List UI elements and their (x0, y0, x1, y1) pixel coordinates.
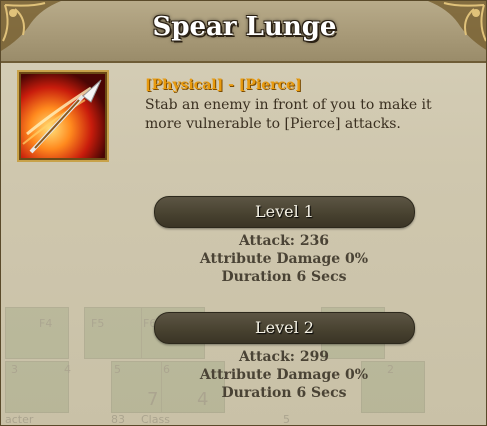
level-2-attribute-damage: Attribute Damage 0% (199, 367, 369, 383)
hotbar-label: 83 (111, 413, 125, 426)
skill-description: Stab an enemy in front of you to make it… (145, 97, 432, 132)
spear-lunge-icon (21, 74, 105, 158)
level-2-duration: Duration 6 Secs (221, 385, 347, 401)
level-2-label: Level 2 (255, 318, 314, 337)
skill-icon-frame (17, 70, 109, 162)
level-2-header: Level 2 (154, 312, 415, 344)
skill-tags: [Physical] - [Pierce] (145, 77, 302, 93)
hotbar-key: F5 (91, 317, 105, 330)
skill-tooltip: F4 F5 F6 F7 F8 3 4 5 6 7 4 2 5 acter 83 … (0, 0, 487, 426)
level-2-attack: Attack: 299 (238, 349, 330, 365)
hotbar-key: F4 (39, 317, 53, 330)
hotbar-label: acter (5, 413, 34, 426)
level-1-attack: Attack: 236 (238, 233, 330, 249)
level-1-duration: Duration 6 Secs (221, 269, 347, 285)
level-1-label: Level 1 (255, 202, 314, 221)
hotbar-label: Class (141, 413, 170, 426)
hotbar-key: 5 (283, 413, 290, 426)
level-1-attribute-damage: Attribute Damage 0% (199, 251, 369, 267)
tooltip-header: Spear Lunge (1, 1, 486, 63)
skill-title: Spear Lunge (152, 12, 337, 42)
level-1-header: Level 1 (154, 196, 415, 228)
